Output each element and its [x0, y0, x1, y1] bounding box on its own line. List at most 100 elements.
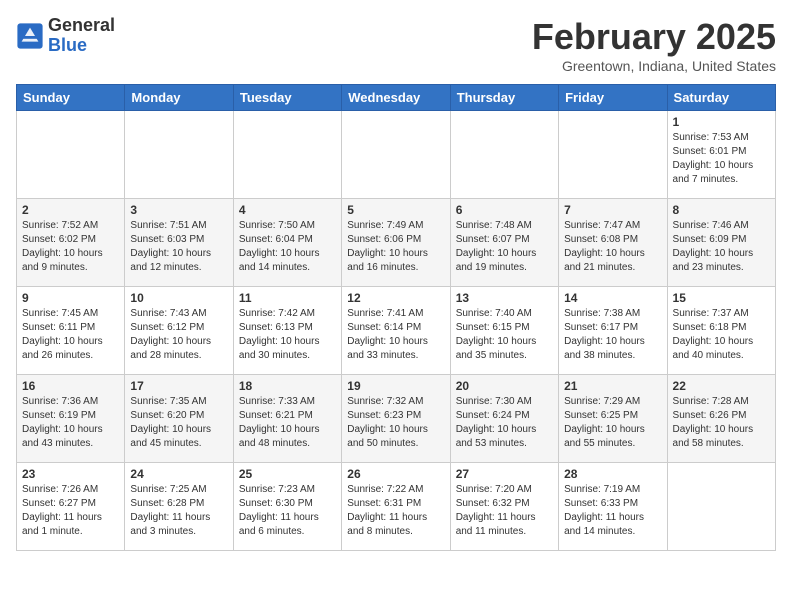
- location: Greentown, Indiana, United States: [532, 58, 776, 74]
- calendar-cell: 23 Sunrise: 7:26 AM Sunset: 6:27 PM Dayli…: [17, 463, 125, 551]
- day-number: 9: [22, 291, 119, 305]
- day-number: 5: [347, 203, 444, 217]
- calendar-cell: 28 Sunrise: 7:19 AM Sunset: 6:33 PM Dayli…: [559, 463, 667, 551]
- calendar-cell: [125, 111, 233, 199]
- day-info: Sunrise: 7:41 AM Sunset: 6:14 PM Dayligh…: [347, 307, 444, 363]
- day-number: 10: [130, 291, 227, 305]
- day-info: Sunrise: 7:48 AM Sunset: 6:07 PM Dayligh…: [456, 219, 553, 275]
- logo-blue: Blue: [48, 35, 87, 55]
- day-info: Sunrise: 7:30 AM Sunset: 6:24 PM Dayligh…: [456, 395, 553, 451]
- day-number: 12: [347, 291, 444, 305]
- day-info: Sunrise: 7:49 AM Sunset: 6:06 PM Dayligh…: [347, 219, 444, 275]
- day-header-tuesday: Tuesday: [233, 85, 341, 111]
- day-number: 28: [564, 467, 661, 481]
- day-info: Sunrise: 7:52 AM Sunset: 6:02 PM Dayligh…: [22, 219, 119, 275]
- day-number: 27: [456, 467, 553, 481]
- calendar-cell: [17, 111, 125, 199]
- day-info: Sunrise: 7:25 AM Sunset: 6:28 PM Dayligh…: [130, 483, 227, 539]
- day-number: 18: [239, 379, 336, 393]
- calendar-cell: [450, 111, 558, 199]
- logo-icon: [16, 22, 44, 50]
- calendar-week-5: 23 Sunrise: 7:26 AM Sunset: 6:27 PM Dayli…: [17, 463, 776, 551]
- title-block: February 2025 Greentown, Indiana, United…: [532, 16, 776, 74]
- day-info: Sunrise: 7:42 AM Sunset: 6:13 PM Dayligh…: [239, 307, 336, 363]
- day-number: 14: [564, 291, 661, 305]
- day-number: 4: [239, 203, 336, 217]
- day-number: 20: [456, 379, 553, 393]
- calendar-header-row: SundayMondayTuesdayWednesdayThursdayFrid…: [17, 85, 776, 111]
- day-number: 26: [347, 467, 444, 481]
- calendar-cell: 17 Sunrise: 7:35 AM Sunset: 6:20 PM Dayli…: [125, 375, 233, 463]
- day-number: 2: [22, 203, 119, 217]
- day-number: 8: [673, 203, 770, 217]
- calendar-cell: 5 Sunrise: 7:49 AM Sunset: 6:06 PM Daylig…: [342, 199, 450, 287]
- logo: General Blue: [16, 16, 115, 56]
- day-info: Sunrise: 7:36 AM Sunset: 6:19 PM Dayligh…: [22, 395, 119, 451]
- day-number: 17: [130, 379, 227, 393]
- day-info: Sunrise: 7:43 AM Sunset: 6:12 PM Dayligh…: [130, 307, 227, 363]
- calendar-cell: 24 Sunrise: 7:25 AM Sunset: 6:28 PM Dayli…: [125, 463, 233, 551]
- calendar-cell: 9 Sunrise: 7:45 AM Sunset: 6:11 PM Daylig…: [17, 287, 125, 375]
- day-info: Sunrise: 7:47 AM Sunset: 6:08 PM Dayligh…: [564, 219, 661, 275]
- day-number: 23: [22, 467, 119, 481]
- calendar-cell: 4 Sunrise: 7:50 AM Sunset: 6:04 PM Daylig…: [233, 199, 341, 287]
- day-info: Sunrise: 7:19 AM Sunset: 6:33 PM Dayligh…: [564, 483, 661, 539]
- day-number: 3: [130, 203, 227, 217]
- logo-general: General: [48, 15, 115, 35]
- day-info: Sunrise: 7:33 AM Sunset: 6:21 PM Dayligh…: [239, 395, 336, 451]
- day-info: Sunrise: 7:29 AM Sunset: 6:25 PM Dayligh…: [564, 395, 661, 451]
- calendar-cell: 13Sunrise: 7:40 AM Sunset: 6:15 PM Dayli…: [450, 287, 558, 375]
- calendar-cell: [559, 111, 667, 199]
- day-info: Sunrise: 7:28 AM Sunset: 6:26 PM Dayligh…: [673, 395, 770, 451]
- day-info: Sunrise: 7:23 AM Sunset: 6:30 PM Dayligh…: [239, 483, 336, 539]
- day-info: Sunrise: 7:26 AM Sunset: 6:27 PM Dayligh…: [22, 483, 119, 539]
- calendar-week-4: 16Sunrise: 7:36 AM Sunset: 6:19 PM Dayli…: [17, 375, 776, 463]
- calendar-cell: 12 Sunrise: 7:41 AM Sunset: 6:14 PM Dayli…: [342, 287, 450, 375]
- day-number: 19: [347, 379, 444, 393]
- day-header-monday: Monday: [125, 85, 233, 111]
- day-info: Sunrise: 7:50 AM Sunset: 6:04 PM Dayligh…: [239, 219, 336, 275]
- calendar-week-1: 1 Sunrise: 7:53 AM Sunset: 6:01 PM Daylig…: [17, 111, 776, 199]
- day-number: 7: [564, 203, 661, 217]
- calendar-cell: 8Sunrise: 7:46 AM Sunset: 6:09 PM Daylig…: [667, 199, 775, 287]
- calendar-week-2: 2 Sunrise: 7:52 AM Sunset: 6:02 PM Daylig…: [17, 199, 776, 287]
- calendar-cell: 6 Sunrise: 7:48 AM Sunset: 6:07 PM Daylig…: [450, 199, 558, 287]
- day-info: Sunrise: 7:37 AM Sunset: 6:18 PM Dayligh…: [673, 307, 770, 363]
- day-info: Sunrise: 7:20 AM Sunset: 6:32 PM Dayligh…: [456, 483, 553, 539]
- day-header-sunday: Sunday: [17, 85, 125, 111]
- calendar-cell: 19Sunrise: 7:32 AM Sunset: 6:23 PM Dayli…: [342, 375, 450, 463]
- calendar-cell: 25 Sunrise: 7:23 AM Sunset: 6:30 PM Dayli…: [233, 463, 341, 551]
- day-info: Sunrise: 7:45 AM Sunset: 6:11 PM Dayligh…: [22, 307, 119, 363]
- day-header-wednesday: Wednesday: [342, 85, 450, 111]
- calendar-cell: [342, 111, 450, 199]
- day-info: Sunrise: 7:35 AM Sunset: 6:20 PM Dayligh…: [130, 395, 227, 451]
- day-number: 6: [456, 203, 553, 217]
- day-number: 24: [130, 467, 227, 481]
- logo-text: General Blue: [48, 16, 115, 56]
- calendar-cell: 15 Sunrise: 7:37 AM Sunset: 6:18 PM Dayli…: [667, 287, 775, 375]
- day-number: 25: [239, 467, 336, 481]
- calendar-cell: 3Sunrise: 7:51 AM Sunset: 6:03 PM Daylig…: [125, 199, 233, 287]
- calendar-cell: [667, 463, 775, 551]
- month-title: February 2025: [532, 16, 776, 58]
- calendar-cell: 26Sunrise: 7:22 AM Sunset: 6:31 PM Dayli…: [342, 463, 450, 551]
- day-info: Sunrise: 7:40 AM Sunset: 6:15 PM Dayligh…: [456, 307, 553, 363]
- day-info: Sunrise: 7:53 AM Sunset: 6:01 PM Dayligh…: [673, 131, 770, 187]
- calendar-cell: 7 Sunrise: 7:47 AM Sunset: 6:08 PM Daylig…: [559, 199, 667, 287]
- calendar-week-3: 9 Sunrise: 7:45 AM Sunset: 6:11 PM Daylig…: [17, 287, 776, 375]
- calendar-cell: 18 Sunrise: 7:33 AM Sunset: 6:21 PM Dayli…: [233, 375, 341, 463]
- day-header-saturday: Saturday: [667, 85, 775, 111]
- day-header-friday: Friday: [559, 85, 667, 111]
- calendar-cell: 11Sunrise: 7:42 AM Sunset: 6:13 PM Dayli…: [233, 287, 341, 375]
- day-number: 1: [673, 115, 770, 129]
- day-header-thursday: Thursday: [450, 85, 558, 111]
- day-number: 21: [564, 379, 661, 393]
- calendar-cell: 16Sunrise: 7:36 AM Sunset: 6:19 PM Dayli…: [17, 375, 125, 463]
- calendar-cell: 27 Sunrise: 7:20 AM Sunset: 6:32 PM Dayli…: [450, 463, 558, 551]
- calendar-cell: [233, 111, 341, 199]
- calendar-cell: 2 Sunrise: 7:52 AM Sunset: 6:02 PM Daylig…: [17, 199, 125, 287]
- calendar-cell: 22Sunrise: 7:28 AM Sunset: 6:26 PM Dayli…: [667, 375, 775, 463]
- calendar-cell: 1 Sunrise: 7:53 AM Sunset: 6:01 PM Daylig…: [667, 111, 775, 199]
- day-number: 15: [673, 291, 770, 305]
- day-info: Sunrise: 7:38 AM Sunset: 6:17 PM Dayligh…: [564, 307, 661, 363]
